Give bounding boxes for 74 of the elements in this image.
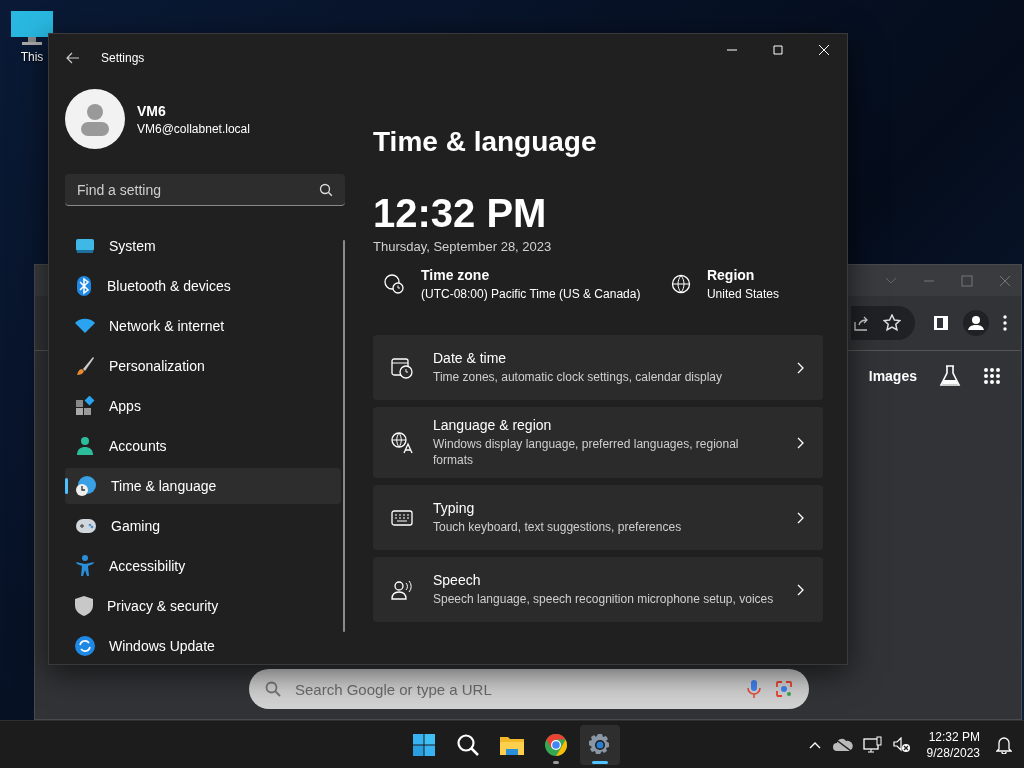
info-value: (UTC-08:00) Pacific Time (US & Canada) — [421, 287, 641, 301]
settings-card[interactable]: Language & region Windows display language, preferred languages, regional formats — [373, 407, 823, 478]
monitor-icon[interactable] — [10, 10, 54, 46]
share-icon[interactable] — [853, 315, 869, 331]
gear-icon — [588, 733, 612, 757]
network-icon[interactable] — [862, 735, 883, 754]
avatar-icon[interactable] — [65, 89, 125, 149]
clock[interactable]: 12:32 PM 9/28/2023 — [920, 729, 986, 760]
calendar-clock-icon — [391, 356, 413, 379]
nav-item[interactable]: Personalization — [65, 348, 341, 384]
nav-item-icon — [75, 518, 97, 534]
nav-item-icon — [75, 636, 95, 656]
info-value: United States — [706, 287, 779, 301]
profile-icon[interactable] — [963, 310, 989, 336]
taskbar-app-button[interactable] — [580, 725, 620, 765]
volume-muted-icon[interactable] — [892, 736, 911, 753]
current-date: Thursday, September 28, 2023 — [373, 238, 553, 256]
keyboard-icon — [391, 509, 413, 526]
nav-item-icon — [75, 356, 95, 376]
nav-item[interactable]: Privacy & security — [65, 588, 341, 624]
chevron-right-icon — [797, 361, 805, 374]
chevron-right-icon — [797, 511, 805, 524]
globe-icon — [670, 274, 691, 294]
settings-card[interactable]: Speech Speech language, speech recognition microphone setup, voices — [373, 557, 823, 622]
images-link[interactable]: Images — [868, 368, 917, 384]
menu-icon[interactable] — [1003, 315, 1007, 331]
search-icon — [265, 681, 281, 697]
nav-item-icon — [75, 475, 97, 497]
folder-icon — [499, 734, 525, 756]
notification-bell-icon[interactable] — [996, 735, 1012, 754]
speech-icon — [391, 578, 413, 601]
side-panel-icon[interactable] — [933, 315, 949, 331]
settings-card[interactable]: Date & time Time zones, automatic clock settings, calendar display — [373, 335, 823, 400]
nav-item-icon — [75, 318, 95, 334]
current-time: 12:32 PM — [373, 190, 548, 237]
nav-item-icon — [75, 238, 95, 254]
camera-lens-icon[interactable] — [775, 680, 793, 698]
microphone-icon[interactable] — [747, 679, 761, 699]
nav-item[interactable]: Accessibility — [65, 548, 341, 584]
nav-item[interactable]: Windows Update — [65, 628, 341, 664]
chevron-right-icon — [797, 583, 805, 596]
desktop-icon-label[interactable]: This — [20, 50, 44, 64]
nav-item[interactable]: Gaming — [65, 508, 341, 544]
nav-item-icon — [75, 436, 95, 456]
window-title: Settings — [101, 50, 145, 65]
search-icon[interactable] — [319, 183, 333, 197]
info-label: Region — [706, 267, 756, 283]
nav-item[interactable]: Bluetooth & devices — [65, 268, 341, 304]
account-email: VM6@collabnet.local — [137, 121, 250, 136]
chrome-logo-icon — [544, 733, 568, 757]
language-icon — [391, 431, 413, 454]
info-label: Time zone — [421, 267, 491, 283]
nav-item-icon — [75, 555, 95, 577]
account-name: VM6 — [137, 102, 167, 119]
page-title: Time & language — [373, 125, 598, 159]
cloud-icon[interactable] — [832, 737, 853, 752]
windows-logo-icon — [412, 733, 436, 757]
nav-item[interactable]: Accounts — [65, 428, 341, 464]
nav-item[interactable]: Network & internet — [65, 308, 341, 344]
search-icon — [456, 733, 480, 757]
flask-icon[interactable] — [939, 365, 961, 387]
nav-item[interactable]: Time & language — [65, 468, 341, 504]
nav-item-icon — [75, 596, 93, 616]
nav-item[interactable]: Apps — [65, 388, 341, 424]
address-bar[interactable] — [851, 306, 915, 340]
nav-item[interactable]: System — [65, 228, 341, 264]
settings-card[interactable]: Typing Touch keyboard, text suggestions, preferences — [373, 485, 823, 550]
clock-globe-icon — [383, 273, 405, 295]
nav-item-icon — [75, 276, 93, 296]
apps-grid-icon[interactable] — [983, 367, 1001, 385]
nav-item-icon — [75, 396, 95, 416]
search-field[interactable]: Find a setting — [65, 174, 345, 206]
star-icon[interactable] — [883, 314, 901, 332]
chevron-right-icon — [797, 436, 805, 449]
